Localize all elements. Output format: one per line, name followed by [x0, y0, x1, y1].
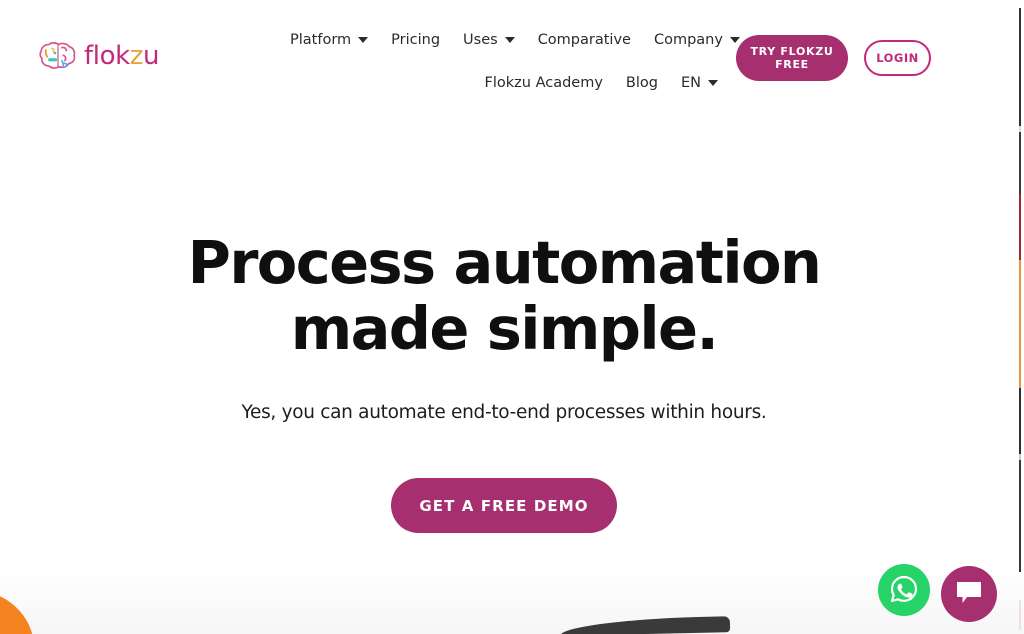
nav-item-language-selector[interactable]: EN	[681, 76, 718, 91]
hero-section: Process automation made simple. Yes, you…	[0, 228, 1008, 534]
chevron-down-icon	[708, 80, 718, 86]
nav-item-pricing[interactable]: Pricing	[391, 33, 440, 48]
sliver-segment-orange	[1019, 260, 1021, 388]
nav-row-primary: Platform Pricing Uses Comparative Compan…	[290, 26, 740, 54]
site-header: flokzu Platform Pricing Uses Comparative…	[0, 0, 1008, 112]
logo[interactable]: flokzu	[38, 40, 159, 72]
login-button[interactable]: LOGIN	[864, 40, 931, 76]
main-navigation: Platform Pricing Uses Comparative Compan…	[290, 26, 740, 97]
page-bottom-gradient	[0, 564, 1024, 634]
device-edge-decoration	[559, 616, 731, 634]
get-a-free-demo-button[interactable]: GET A FREE DEMO	[391, 478, 617, 534]
nav-item-label: Flokzu Academy	[484, 74, 603, 91]
sliver-segment-dark	[1019, 388, 1021, 454]
sliver-segment-dark	[1019, 8, 1021, 126]
live-chat-button[interactable]	[941, 566, 997, 622]
nav-item-platform[interactable]: Platform	[290, 31, 369, 48]
brain-icon	[38, 40, 78, 72]
sliver-segment-pink	[1019, 600, 1021, 630]
orange-corner-decoration	[0, 590, 34, 634]
hero-subtitle: Yes, you can automate end-to-end process…	[241, 402, 767, 424]
nav-item-label: Pricing	[391, 31, 441, 48]
nav-item-uses[interactable]: Uses	[463, 33, 515, 48]
chat-bubble-icon	[956, 581, 982, 608]
nav-item-flokzu-academy[interactable]: Flokzu Academy	[485, 76, 603, 91]
page-right-edge-sliver	[1016, 0, 1024, 634]
nav-item-blog[interactable]: Blog	[626, 76, 658, 91]
whatsapp-icon	[888, 573, 920, 608]
nav-item-label: Blog	[625, 74, 658, 91]
sliver-segment-dark	[1019, 460, 1021, 572]
nav-item-company[interactable]: Company	[654, 33, 740, 48]
whatsapp-chat-button[interactable]	[878, 564, 930, 616]
chevron-down-icon	[729, 37, 740, 43]
chevron-down-icon	[504, 37, 515, 43]
try-flokzu-free-button[interactable]: TRY FLOKZU FREE	[736, 35, 848, 81]
nav-item-label: EN	[680, 74, 701, 91]
nav-item-label: Uses	[463, 31, 498, 48]
nav-item-label: Company	[653, 31, 723, 48]
nav-item-comparative[interactable]: Comparative	[538, 33, 631, 48]
sliver-segment-dark	[1019, 132, 1021, 194]
logo-wordmark: flokzu	[84, 41, 160, 71]
nav-item-label: Platform	[290, 31, 352, 48]
nav-item-label: Comparative	[537, 31, 631, 48]
sliver-segment-red	[1019, 194, 1021, 260]
chevron-down-icon	[358, 37, 369, 43]
nav-row-secondary: Flokzu Academy Blog EN	[290, 69, 720, 97]
hero-title: Process automation made simple.	[187, 228, 822, 364]
